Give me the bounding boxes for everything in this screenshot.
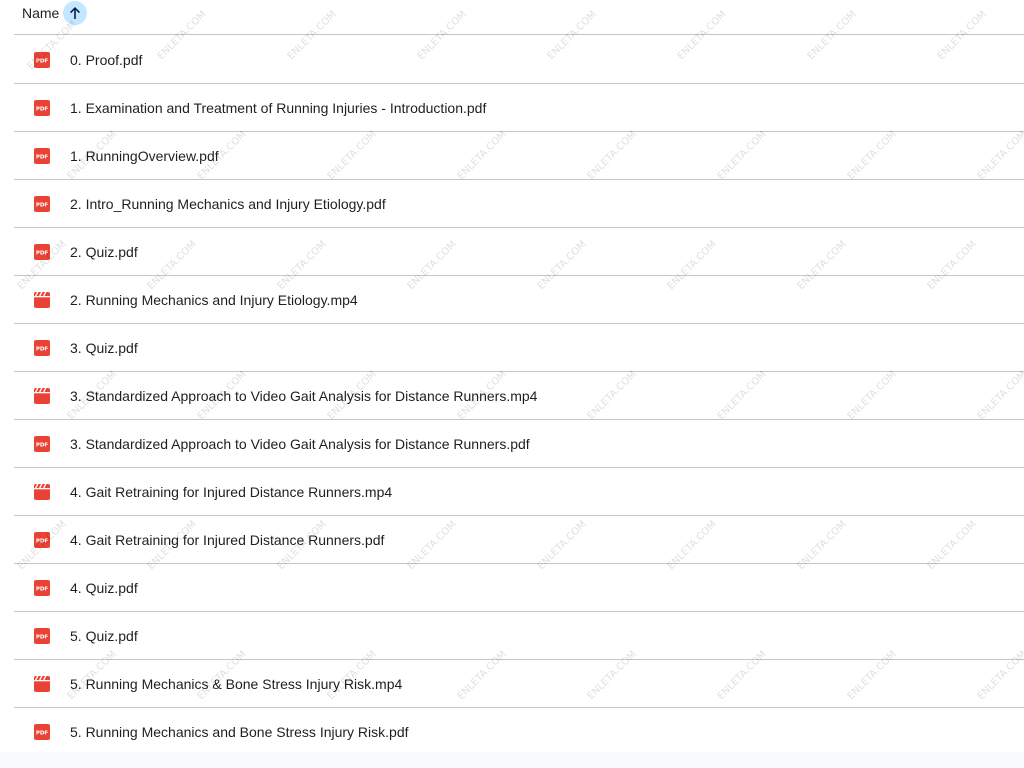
video-file-icon: [34, 484, 50, 500]
file-row[interactable]: 2. Running Mechanics and Injury Etiology…: [14, 276, 1024, 324]
file-list-page: Name PDF 0. Proof.pdf PDF 1. Examination an…: [0, 0, 1024, 768]
file-row[interactable]: PDF 2. Intro_Running Mechanics and Injury…: [14, 180, 1024, 228]
svg-text:PDF: PDF: [36, 251, 49, 257]
pdf-file-icon: PDF: [34, 100, 50, 116]
svg-text:PDF: PDF: [36, 635, 49, 641]
pdf-file-icon: PDF: [34, 436, 50, 452]
sort-label: Name: [22, 5, 60, 21]
file-row[interactable]: 4. Gait Retraining for Injured Distance …: [14, 468, 1024, 516]
file-row[interactable]: PDF 3. Quiz.pdf: [14, 324, 1024, 372]
video-file-icon: [34, 292, 50, 308]
svg-text:PDF: PDF: [36, 59, 49, 65]
file-name: 3. Quiz.pdf: [70, 340, 138, 356]
file-name: 2. Intro_Running Mechanics and Injury Et…: [70, 196, 386, 212]
file-row[interactable]: PDF 5. Running Mechanics and Bone Stress …: [14, 708, 1024, 756]
file-name: 5. Running Mechanics and Bone Stress Inj…: [70, 724, 409, 740]
svg-text:PDF: PDF: [36, 203, 49, 209]
file-row[interactable]: PDF 1. RunningOverview.pdf: [14, 132, 1024, 180]
pdf-file-icon: PDF: [34, 52, 50, 68]
video-file-icon: [34, 676, 50, 692]
file-row[interactable]: PDF 4. Gait Retraining for Injured Distan…: [14, 516, 1024, 564]
file-name: 5. Quiz.pdf: [70, 628, 138, 644]
pdf-file-icon: PDF: [34, 340, 50, 356]
svg-text:PDF: PDF: [36, 443, 49, 449]
pdf-file-icon: PDF: [34, 244, 50, 260]
file-row[interactable]: PDF 5. Quiz.pdf: [14, 612, 1024, 660]
file-list: PDF 0. Proof.pdf PDF 1. Examination and Tre…: [14, 36, 1024, 756]
pdf-file-icon: PDF: [34, 148, 50, 164]
pdf-file-icon: PDF: [34, 532, 50, 548]
file-name: 0. Proof.pdf: [70, 52, 143, 68]
file-name: 3. Standardized Approach to Video Gait A…: [70, 436, 530, 452]
svg-text:PDF: PDF: [36, 155, 49, 161]
video-file-icon: [34, 388, 50, 404]
file-row[interactable]: PDF 1. Examination and Treatment of Runni…: [14, 84, 1024, 132]
file-row[interactable]: PDF 4. Quiz.pdf: [14, 564, 1024, 612]
file-row[interactable]: PDF 0. Proof.pdf: [14, 36, 1024, 84]
arrow-up-icon[interactable]: [63, 1, 88, 25]
file-name: 2. Quiz.pdf: [70, 244, 138, 260]
column-header: Name: [14, 0, 1024, 35]
file-row[interactable]: 3. Standardized Approach to Video Gait A…: [14, 372, 1024, 420]
svg-text:PDF: PDF: [36, 347, 49, 353]
svg-text:PDF: PDF: [36, 731, 49, 737]
file-name: 3. Standardized Approach to Video Gait A…: [70, 388, 538, 404]
svg-text:PDF: PDF: [36, 107, 49, 113]
file-name: 4. Gait Retraining for Injured Distance …: [70, 532, 385, 548]
file-name: 5. Running Mechanics & Bone Stress Injur…: [70, 676, 403, 692]
file-row[interactable]: 5. Running Mechanics & Bone Stress Injur…: [14, 660, 1024, 708]
file-name: 4. Gait Retraining for Injured Distance …: [70, 484, 393, 500]
footer-strip: [0, 752, 1024, 768]
pdf-file-icon: PDF: [34, 196, 50, 212]
file-name: 2. Running Mechanics and Injury Etiology…: [70, 292, 358, 308]
pdf-file-icon: PDF: [34, 628, 50, 644]
pdf-file-icon: PDF: [34, 724, 50, 740]
file-name: 1. Examination and Treatment of Running …: [70, 100, 487, 116]
file-row[interactable]: PDF 2. Quiz.pdf: [14, 228, 1024, 276]
pdf-file-icon: PDF: [34, 580, 50, 596]
svg-text:PDF: PDF: [36, 539, 49, 545]
file-name: 1. RunningOverview.pdf: [70, 148, 219, 164]
file-name: 4. Quiz.pdf: [70, 580, 138, 596]
sort-by-name-button[interactable]: Name: [22, 1, 88, 25]
file-row[interactable]: PDF 3. Standardized Approach to Video Gai…: [14, 420, 1024, 468]
svg-text:PDF: PDF: [36, 587, 49, 593]
